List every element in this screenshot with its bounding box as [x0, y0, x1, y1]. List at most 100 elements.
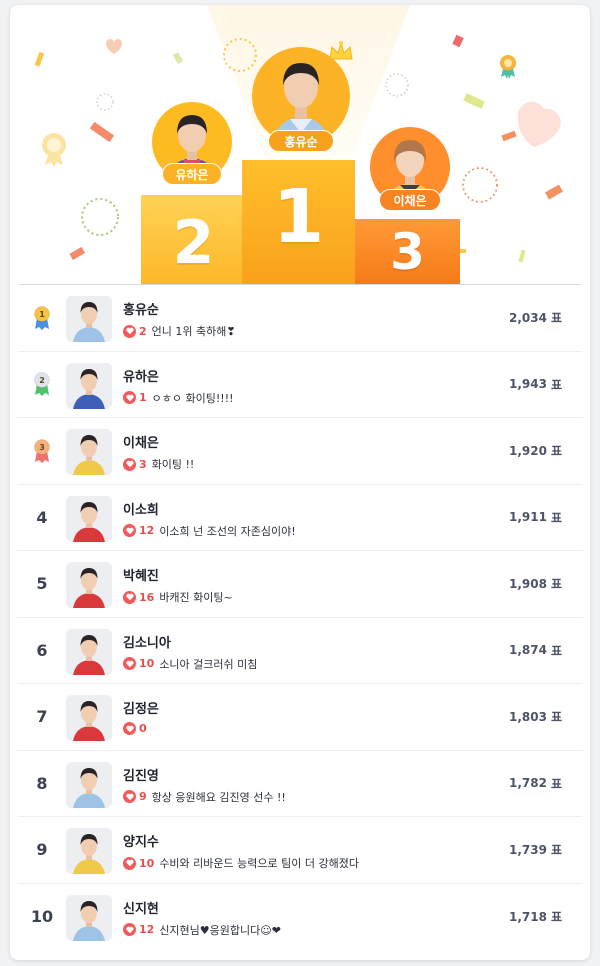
heart-icon	[123, 722, 136, 735]
medal-rank: 1	[39, 310, 45, 319]
vote-count: 1,911 표	[509, 485, 562, 551]
ranking-row[interactable]: 7 김정은 0 1,803 표	[18, 684, 582, 751]
player-avatar[interactable]	[66, 695, 112, 741]
player-name: 박혜진	[123, 569, 159, 584]
rank-medal: 3	[18, 418, 66, 484]
cheer-info[interactable]: 12 이소희 넌 조선의 자존심이야!	[123, 523, 296, 539]
ranking-list: 1 홍유순 2 언니 1위 축하해❣ 2,034 표 2 유하은 1 ㅇㅎㅇ 화…	[18, 285, 582, 950]
vote-unit: 표	[550, 577, 562, 592]
player-name: 신지현	[123, 901, 159, 917]
player-avatar[interactable]	[66, 296, 112, 342]
ranking-row[interactable]: 2 유하은 1 ㅇㅎㅇ 화이팅!!!! 1,943 표	[18, 352, 582, 418]
podium-rank-3: 3	[390, 223, 425, 281]
podium-rank-1: 1	[272, 173, 325, 260]
vote-unit: 표	[550, 510, 562, 525]
medal-rank: 2	[39, 376, 45, 385]
rank-number: 4	[36, 507, 48, 527]
player-photo-icon	[66, 362, 112, 409]
ranking-row[interactable]: 9 양지수 10 수비와 리바운드 능력으로 팀이 더 강해졌다 1,739 표	[18, 817, 582, 884]
cheer-info[interactable]: 1 ㅇㅎㅇ 화이팅!!!!	[123, 390, 234, 406]
player-avatar[interactable]	[66, 429, 112, 475]
rank-number: 8	[36, 773, 48, 793]
ranking-row[interactable]: 8 김진영 9 항상 응원해요 김진영 선수 !! 1,782 표	[18, 751, 582, 817]
cheer-info[interactable]: 2 언니 1위 축하해❣	[123, 323, 236, 339]
vote-unit: 표	[550, 311, 562, 326]
ranking-row[interactable]: 6 김소니아 10 소니아 걸크러쉬 미침 1,874 표	[18, 618, 582, 684]
ranking-row[interactable]: 3 이채은 3 화이팅 !! 1,920 표	[18, 418, 582, 485]
rank-medal: 1	[18, 285, 66, 351]
player-photo-icon	[66, 695, 112, 741]
player-avatar[interactable]	[66, 761, 112, 808]
rank-number: 6	[36, 640, 48, 660]
player-name: 김진영	[123, 768, 159, 784]
cheer-message: 화이팅 !!	[151, 458, 195, 471]
cheer-count: 12	[139, 524, 155, 537]
cheer-info[interactable]: 9 항상 응원해요 김진영 선수 !!	[123, 789, 286, 805]
heart-icon	[123, 856, 136, 870]
ranking-card: 2 1 3 홍유순 유하은 이채은 1 홍유순 2 언니 1위 축하해❣ 2,0…	[10, 5, 590, 960]
podium-name-third: 이채은	[379, 189, 441, 211]
player-avatar[interactable]	[66, 828, 112, 874]
player-photo-icon	[66, 628, 112, 675]
vote-count: 1,908 표	[509, 551, 562, 617]
cheer-info[interactable]: 3 화이팅 !!	[123, 456, 194, 472]
player-avatar[interactable]	[66, 628, 112, 675]
podium-block-first: 1	[242, 160, 355, 285]
vote-number: 1,782	[508, 776, 547, 791]
player-avatar[interactable]	[66, 362, 112, 409]
cheer-info[interactable]: 10 소니아 걸크러쉬 미침	[123, 656, 257, 672]
vote-count: 1,718 표	[509, 884, 562, 951]
rank-number: 9	[36, 840, 48, 860]
player-avatar[interactable]	[66, 894, 112, 941]
vote-unit: 표	[550, 444, 562, 459]
player-photo-icon	[66, 296, 112, 342]
vote-number: 1,908	[508, 576, 547, 591]
cheer-message: 소니아 걸크러쉬 미침	[159, 657, 258, 671]
podium-name-first: 홍유순	[268, 130, 334, 152]
cheer-message: 신지현님♥응원합니다☺❤	[159, 923, 281, 937]
vote-count: 1,782 표	[509, 751, 562, 817]
player-avatar[interactable]	[66, 562, 112, 608]
player-name: 유하은	[123, 369, 159, 385]
vote-number: 1,874	[508, 643, 547, 658]
podium: 2 1 3 홍유순 유하은 이채은	[10, 5, 590, 285]
vote-count: 1,739 표	[509, 817, 562, 883]
cheer-info[interactable]: 16 바캐진 화이팅~	[123, 589, 233, 605]
heart-icon	[123, 457, 136, 471]
vote-unit: 표	[550, 643, 562, 658]
vote-number: 2,034	[508, 310, 547, 325]
cheer-info[interactable]: 0	[123, 722, 152, 735]
vote-count: 1,943 표	[509, 352, 562, 418]
vote-unit: 표	[550, 843, 562, 858]
vote-number: 1,911	[508, 510, 547, 525]
medal-icon: 1	[34, 305, 50, 330]
vote-number: 1,943	[508, 377, 547, 392]
cheer-count: 10	[139, 657, 155, 670]
cheer-count: 1	[139, 391, 147, 404]
heart-icon	[123, 590, 136, 604]
cheer-info[interactable]: 10 수비와 리바운드 능력으로 팀이 더 강해졌다	[123, 855, 359, 871]
ranking-row[interactable]: 4 이소희 12 이소희 넌 조선의 자존심이야! 1,911 표	[18, 485, 582, 551]
crown-icon	[329, 41, 353, 60]
vote-unit: 표	[550, 377, 562, 392]
ranking-row[interactable]: 10 신지현 12 신지현님♥응원합니다☺❤ 1,718 표	[18, 884, 582, 951]
cheer-count: 2	[139, 324, 147, 338]
cheer-info[interactable]: 12 신지현님♥응원합니다☺❤	[123, 922, 281, 938]
vote-count: 1,874 표	[509, 618, 562, 684]
podium-block-second: 2	[141, 195, 246, 285]
heart-icon	[123, 324, 136, 338]
ranking-row[interactable]: 5 박혜진 16 바캐진 화이팅~ 1,908 표	[18, 551, 582, 618]
cheer-message: 수비와 리바운드 능력으로 팀이 더 강해졌다	[159, 857, 359, 870]
cheer-message: 언니 1위 축하해❣	[151, 325, 236, 338]
medal-icon: 3	[34, 438, 50, 463]
vote-unit: 표	[550, 776, 562, 791]
player-avatar[interactable]	[66, 495, 112, 542]
rank-number: 10	[30, 907, 54, 927]
heart-icon	[123, 391, 136, 404]
player-photo-icon	[66, 562, 112, 608]
ranking-row[interactable]: 1 홍유순 2 언니 1위 축하해❣ 2,034 표	[18, 285, 582, 352]
player-name: 이채은	[123, 436, 159, 451]
podium-rank-2: 2	[172, 208, 215, 278]
rank-number: 7	[36, 707, 48, 727]
vote-number: 1,803	[508, 709, 547, 724]
